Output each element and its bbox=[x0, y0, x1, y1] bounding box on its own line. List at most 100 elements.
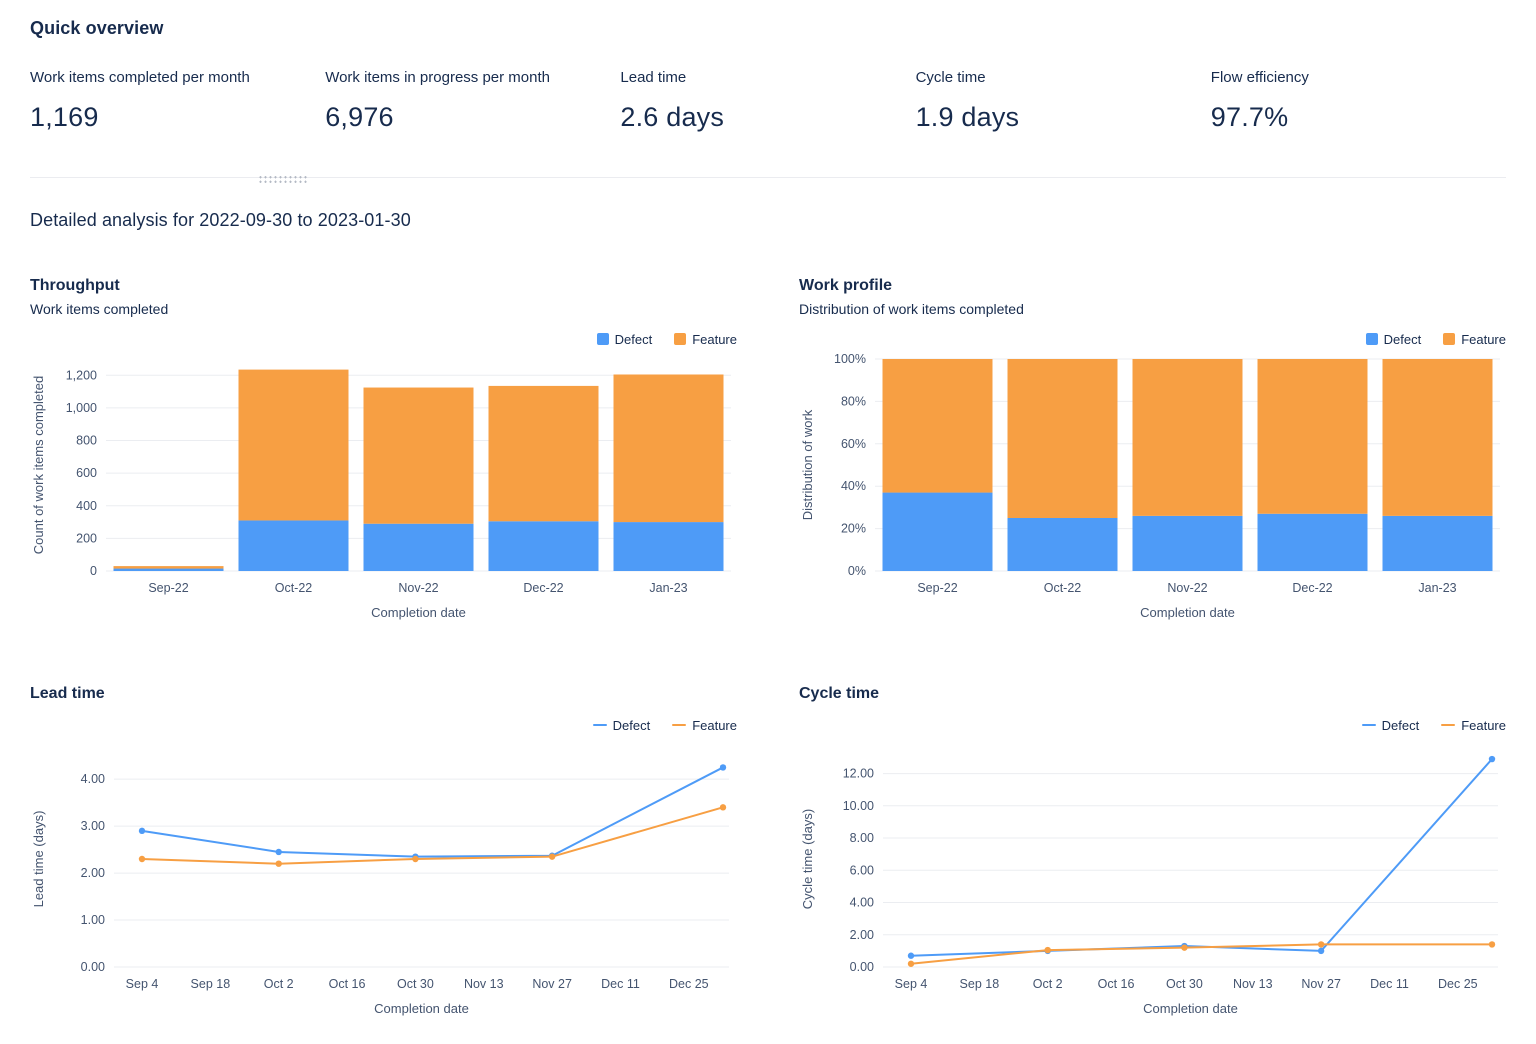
chart-panel-work-profile: Work profile Distribution of work items … bbox=[799, 277, 1506, 629]
work-profile-chart: 0%20%40%60%80%100%Sep-22Oct-22Nov-22Dec-… bbox=[799, 353, 1506, 629]
chart-panel-cycle-time: Cycle time Defect Feature 0.00 2.00 4.00 6.… bbox=[799, 685, 1506, 1025]
svg-text:6.00: 6.00 bbox=[850, 863, 874, 877]
svg-text:Oct-22: Oct-22 bbox=[275, 581, 313, 595]
legend-item-feature[interactable]: Feature bbox=[1441, 718, 1506, 733]
svg-text:Oct 2: Oct 2 bbox=[264, 977, 294, 991]
legend-item-feature[interactable]: Feature bbox=[1443, 332, 1506, 347]
chart-title: Cycle time bbox=[799, 685, 1506, 703]
legend-label: Feature bbox=[692, 718, 737, 733]
svg-text:Nov-22: Nov-22 bbox=[1167, 581, 1207, 595]
kpi-completed-per-month: Work items completed per month 1,169 bbox=[30, 69, 325, 133]
svg-text:Completion date: Completion date bbox=[1143, 1001, 1238, 1016]
lead-time-canvas: 0.001.002.003.004.00Sep 4Sep 18Oct 2Oct … bbox=[30, 739, 737, 1025]
svg-text:Cycle time (days): Cycle time (days) bbox=[800, 809, 815, 909]
svg-text:Dec 25: Dec 25 bbox=[1438, 977, 1478, 991]
panel-resize-handle-icon[interactable] bbox=[258, 175, 308, 185]
svg-text:Nov 13: Nov 13 bbox=[1233, 977, 1273, 991]
svg-text:1.00: 1.00 bbox=[81, 913, 105, 927]
legend-label: Defect bbox=[1384, 332, 1422, 347]
svg-text:2.00: 2.00 bbox=[81, 866, 105, 880]
chart-subtitle: Work items completed bbox=[30, 301, 737, 317]
chart-legend: Defect Feature bbox=[799, 716, 1506, 734]
svg-text:Dec-22: Dec-22 bbox=[523, 581, 563, 595]
chart-panel-lead-time: Lead time Defect Feature 0.001.002.003.0… bbox=[30, 685, 737, 1025]
kpi-label: Cycle time bbox=[916, 69, 1211, 86]
chart-subtitle: Distribution of work items completed bbox=[799, 301, 1506, 317]
svg-text:200: 200 bbox=[76, 531, 97, 545]
svg-text:600: 600 bbox=[76, 466, 97, 480]
legend-item-defect[interactable]: Defect bbox=[1366, 332, 1422, 347]
feature-swatch-icon bbox=[1443, 333, 1455, 345]
svg-text:Nov 27: Nov 27 bbox=[1301, 977, 1341, 991]
svg-text:Oct 16: Oct 16 bbox=[329, 977, 366, 991]
defect-swatch-icon bbox=[597, 333, 609, 345]
svg-text:1,200: 1,200 bbox=[66, 368, 97, 382]
svg-text:Sep 18: Sep 18 bbox=[960, 977, 1000, 991]
svg-text:8.00: 8.00 bbox=[850, 831, 874, 845]
chart-legend: Defect Feature bbox=[799, 330, 1506, 348]
throughput-chart: 02004006008001,0001,200Sep-22Oct-22Nov-2… bbox=[30, 353, 737, 629]
defect-swatch-icon bbox=[1366, 333, 1378, 345]
svg-text:400: 400 bbox=[76, 499, 97, 513]
legend-label: Feature bbox=[1461, 332, 1506, 347]
kpi-lead-time: Lead time 2.6 days bbox=[620, 69, 915, 133]
charts-grid: Throughput Work items completed Defect F… bbox=[30, 277, 1506, 1025]
svg-text:0.00: 0.00 bbox=[81, 960, 105, 974]
defect-line-swatch-icon bbox=[593, 724, 607, 726]
svg-text:1,000: 1,000 bbox=[66, 401, 97, 415]
kpi-label: Lead time bbox=[620, 69, 915, 86]
legend-item-defect[interactable]: Defect bbox=[593, 718, 651, 733]
svg-text:40%: 40% bbox=[841, 479, 866, 493]
legend-item-feature[interactable]: Feature bbox=[674, 332, 737, 347]
chart-legend: Defect Feature bbox=[30, 716, 737, 734]
svg-text:Nov 27: Nov 27 bbox=[532, 977, 572, 991]
kpi-value: 97.7% bbox=[1211, 102, 1506, 133]
svg-text:80%: 80% bbox=[841, 394, 866, 408]
kpi-label: Work items in progress per month bbox=[325, 69, 620, 86]
chart-legend: Defect Feature bbox=[30, 330, 737, 348]
svg-text:Oct 30: Oct 30 bbox=[1166, 977, 1203, 991]
svg-text:800: 800 bbox=[76, 434, 97, 448]
svg-text:Sep-22: Sep-22 bbox=[917, 581, 957, 595]
legend-item-feature[interactable]: Feature bbox=[672, 718, 737, 733]
svg-text:4.00: 4.00 bbox=[850, 896, 874, 910]
svg-text:Dec-22: Dec-22 bbox=[1292, 581, 1332, 595]
svg-text:Lead time (days): Lead time (days) bbox=[31, 811, 46, 908]
legend-label: Feature bbox=[1461, 718, 1506, 733]
svg-text:Nov-22: Nov-22 bbox=[398, 581, 438, 595]
svg-text:Sep 4: Sep 4 bbox=[126, 977, 159, 991]
svg-text:Completion date: Completion date bbox=[371, 605, 466, 620]
kpi-value: 1,169 bbox=[30, 102, 325, 133]
svg-text:Oct 2: Oct 2 bbox=[1033, 977, 1063, 991]
svg-text:Nov 13: Nov 13 bbox=[464, 977, 504, 991]
kpi-value: 1.9 days bbox=[916, 102, 1211, 133]
svg-text:10.00: 10.00 bbox=[843, 799, 874, 813]
svg-text:4.00: 4.00 bbox=[81, 772, 105, 786]
chart-panel-throughput: Throughput Work items completed Defect F… bbox=[30, 277, 737, 629]
legend-label: Defect bbox=[613, 718, 651, 733]
svg-text:Completion date: Completion date bbox=[1140, 605, 1235, 620]
svg-text:Sep 18: Sep 18 bbox=[191, 977, 231, 991]
svg-text:Completion date: Completion date bbox=[374, 1001, 469, 1016]
svg-text:2.00: 2.00 bbox=[850, 928, 874, 942]
lead-time-chart: 0.001.002.003.004.00Sep 4Sep 18Oct 2Oct … bbox=[30, 739, 737, 1025]
svg-text:0%: 0% bbox=[848, 564, 866, 578]
svg-text:Oct-22: Oct-22 bbox=[1044, 581, 1082, 595]
cycle-time-chart: 0.002.004.006.008.0010.0012.00Sep 4Sep 1… bbox=[799, 739, 1506, 1025]
chart-title: Throughput bbox=[30, 277, 737, 295]
svg-text:Jan-23: Jan-23 bbox=[649, 581, 687, 595]
detailed-analysis-title: Detailed analysis for 2022-09-30 to 2023… bbox=[30, 210, 1506, 231]
kpi-value: 6,976 bbox=[325, 102, 620, 133]
legend-item-defect[interactable]: Defect bbox=[597, 332, 653, 347]
svg-text:0.00: 0.00 bbox=[850, 960, 874, 974]
feature-line-swatch-icon bbox=[672, 724, 686, 726]
kpi-value: 2.6 days bbox=[620, 102, 915, 133]
section-divider bbox=[30, 177, 1506, 178]
svg-text:Distribution of work: Distribution of work bbox=[800, 409, 815, 520]
svg-text:20%: 20% bbox=[841, 522, 866, 536]
svg-text:60%: 60% bbox=[841, 437, 866, 451]
legend-item-defect[interactable]: Defect bbox=[1362, 718, 1420, 733]
dashboard-page: Quick overview Work items completed per … bbox=[0, 0, 1536, 1025]
kpi-cycle-time: Cycle time 1.9 days bbox=[916, 69, 1211, 133]
kpi-label: Work items completed per month bbox=[30, 69, 325, 86]
